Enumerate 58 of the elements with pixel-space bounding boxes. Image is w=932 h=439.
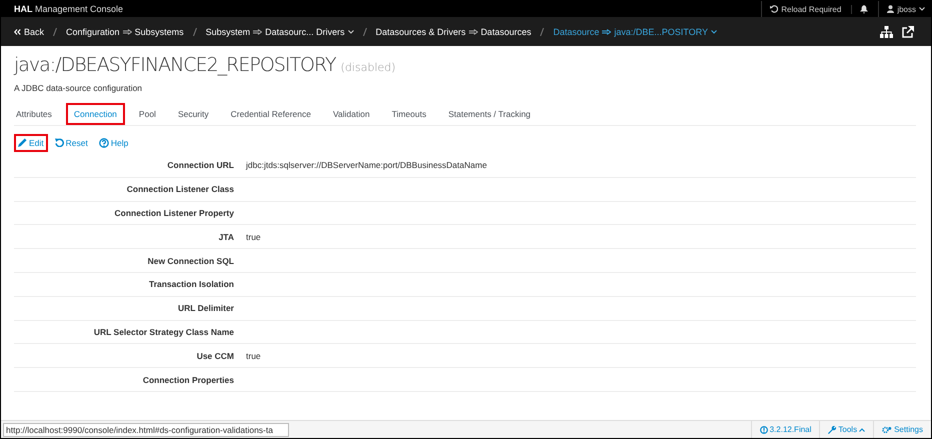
double-chevron-icon xyxy=(14,28,21,34)
breadcrumb-item[interactable]: Configuration Subsystems xyxy=(66,26,184,36)
settings-link[interactable]: Settings xyxy=(873,421,931,438)
tab[interactable]: Attributes xyxy=(14,102,60,124)
separator-icon xyxy=(362,28,367,36)
app-title: HAL Management Console xyxy=(14,4,124,14)
help-link[interactable]: Help xyxy=(94,134,132,152)
reset-link[interactable]: Reset xyxy=(50,134,92,152)
separator-icon xyxy=(53,28,58,36)
pencil-icon xyxy=(18,138,27,147)
tools-menu[interactable]: Tools xyxy=(819,421,874,438)
attribute-label: Connection Listener Property xyxy=(114,208,234,218)
tab[interactable]: Pool xyxy=(130,102,164,124)
tab[interactable]: Validation xyxy=(324,102,378,124)
attribute-label: Connection Properties xyxy=(142,374,234,385)
status-url: http://localhost:9990/console/index.html#ds-configuration-validations-ta xyxy=(3,422,289,436)
edit-link[interactable]: Edit xyxy=(14,134,48,152)
user-icon xyxy=(887,5,894,13)
page-title: java:/DBEASYFINANCE2_REPOSITORY xyxy=(14,54,336,76)
caret-down-icon xyxy=(919,7,925,11)
attribute-label: Transaction Isolation xyxy=(148,279,234,290)
page-subtitle: A JDBC data-source configuration xyxy=(14,83,144,93)
attribute-label: Use CCM xyxy=(196,350,234,361)
breadcrumb-item[interactable]: Subsystem Datasourc... Drivers xyxy=(206,26,354,36)
attribute-label: JTA xyxy=(218,232,234,242)
tab[interactable]: Security xyxy=(170,102,217,124)
attribute-value: jdbc:jtds:sqlserver://DBServerName:port/DBBusinessDataName xyxy=(246,160,487,170)
tab[interactable]: Credential Reference xyxy=(222,102,319,124)
info-icon xyxy=(760,426,768,434)
tab[interactable]: Statements / Tracking xyxy=(440,102,539,124)
arrow-icon xyxy=(602,28,612,34)
wrench-icon xyxy=(828,426,836,434)
help-icon xyxy=(98,138,109,148)
tab[interactable]: Timeouts xyxy=(384,102,434,124)
attribute-value: true xyxy=(246,232,261,242)
attribute-label: URL Delimiter xyxy=(176,303,234,314)
arrow-icon xyxy=(122,28,132,34)
attribute-label: Connection URL xyxy=(166,160,234,170)
reset-icon xyxy=(54,138,64,147)
arrow-icon xyxy=(253,28,262,34)
caret-up-icon xyxy=(859,428,866,432)
status-text: (disabled) xyxy=(340,61,396,74)
separator-icon xyxy=(192,28,197,36)
attribute-value: true xyxy=(246,350,261,361)
separator-icon xyxy=(540,28,544,36)
breadcrumb-item[interactable]: Datasource java:/DBE...POSITORY xyxy=(553,26,717,36)
attribute-label: New Connection SQL xyxy=(146,256,234,266)
attribute-label: URL Selector Strategy Class Name xyxy=(92,326,234,337)
attribute-label: Connection Listener Class xyxy=(126,184,234,194)
arrow-icon xyxy=(468,28,478,34)
version-link[interactable]: 3.2.12.Final xyxy=(750,421,820,438)
hierarchy-icon[interactable] xyxy=(880,26,893,38)
external-link-icon[interactable] xyxy=(902,26,914,38)
tab[interactable]: Connection xyxy=(66,102,125,124)
reload-icon xyxy=(770,5,778,13)
bell-icon[interactable] xyxy=(851,4,868,14)
back-link[interactable]: Back xyxy=(14,26,44,36)
breadcrumb-item[interactable]: Datasources & Drivers Datasources xyxy=(376,26,532,36)
